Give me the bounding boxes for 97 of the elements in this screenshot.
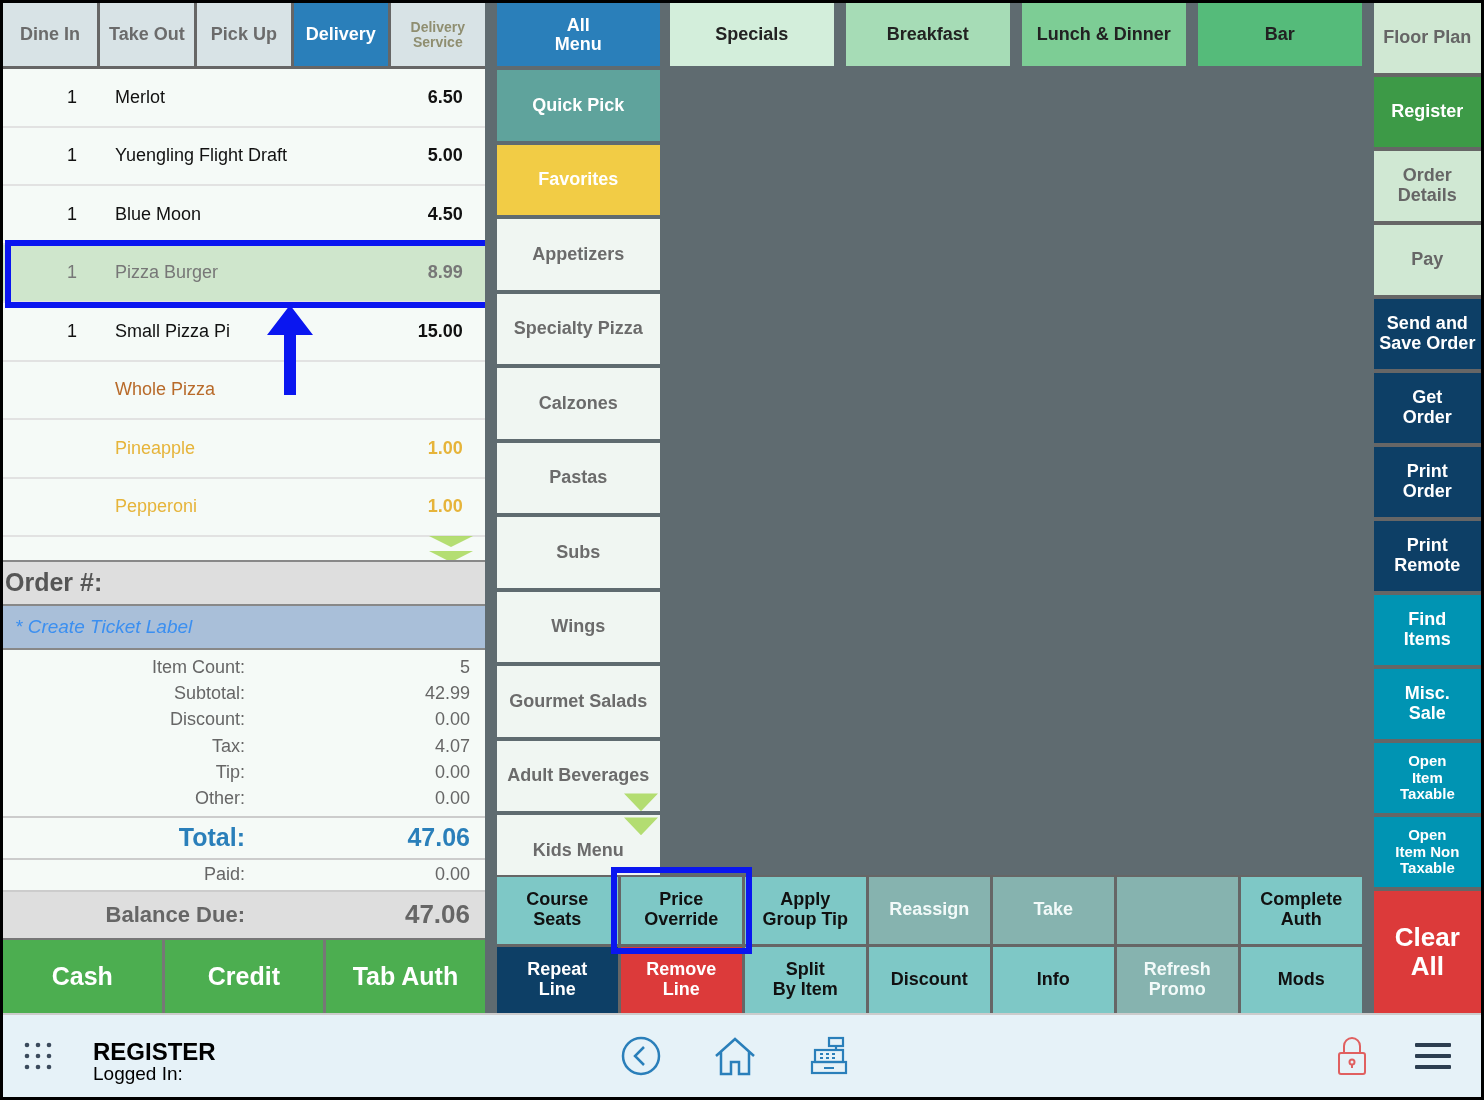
item-name: Whole Pizza xyxy=(115,378,217,402)
total-value: 5 xyxy=(459,655,470,679)
total-value: 42.99 xyxy=(423,681,470,705)
item-price: 4.50 xyxy=(426,202,464,226)
side-button[interactable]: Get Order xyxy=(1373,373,1481,443)
action-button[interactable]: Repeat Line xyxy=(496,946,618,1013)
side-button[interactable]: Open Item Taxable xyxy=(1373,743,1481,813)
total-label: Tip: xyxy=(214,760,245,784)
item-price: 1.00 xyxy=(426,436,464,460)
side-button[interactable]: Order Details xyxy=(1373,151,1481,221)
quantity-text: 1 xyxy=(66,261,78,285)
side-button[interactable]: Find Items xyxy=(1373,595,1481,665)
menu-tab[interactable]: Bar xyxy=(1197,3,1362,66)
side-button[interactable]: Register xyxy=(1373,77,1481,147)
item-price: 6.50 xyxy=(426,85,464,109)
order-type-tab[interactable]: Dine In xyxy=(3,3,97,66)
balance-due-label: Balance Due: xyxy=(104,901,245,930)
total-value: 0.00 xyxy=(433,708,470,732)
action-button[interactable]: Split By Item xyxy=(744,946,866,1013)
side-button[interactable]: Pay xyxy=(1373,225,1481,295)
order-line[interactable]: 1 Blue Moon 4.50 xyxy=(3,186,485,245)
back-icon[interactable] xyxy=(620,1036,661,1076)
payment-button[interactable]: Cash xyxy=(3,939,162,1013)
order-type-tab[interactable]: Take Out xyxy=(99,3,194,66)
side-button[interactable]: Clear All xyxy=(1373,891,1481,1013)
order-line[interactable]: Whole Pizza xyxy=(3,361,485,420)
item-name: Yuengling Flight Draft xyxy=(115,144,289,168)
order-type-tab[interactable]: Delivery xyxy=(293,3,388,66)
item-name: Merlot xyxy=(115,85,166,109)
side-button[interactable]: Misc. Sale xyxy=(1373,669,1481,739)
action-button[interactable]: Remove Line xyxy=(620,946,742,1013)
menu-category-button[interactable]: Appetizers xyxy=(496,219,660,290)
item-price: 15.00 xyxy=(416,319,464,343)
total-label: Discount: xyxy=(168,708,245,732)
action-button[interactable]: Complete Auth xyxy=(1240,877,1362,944)
quantity-text: 1 xyxy=(66,319,78,343)
item-name: Pineapple xyxy=(115,436,197,460)
apps-grid-icon[interactable] xyxy=(23,1041,53,1071)
menu-tab[interactable]: Breakfast xyxy=(845,3,1010,66)
menu-category-button[interactable]: Quick Pick xyxy=(496,70,660,141)
action-button[interactable]: Course Seats xyxy=(496,877,618,944)
total-label: Other: xyxy=(193,787,245,811)
action-button[interactable]: Apply Group Tip xyxy=(744,877,866,944)
scroll-down-icon[interactable] xyxy=(623,793,658,837)
logged-in-label: Logged In: xyxy=(93,1063,184,1083)
menu-tab[interactable]: Lunch & Dinner xyxy=(1021,3,1186,66)
total-label: Total: xyxy=(177,822,245,854)
item-name: Pizza Burger xyxy=(115,261,220,285)
action-button[interactable]: Info xyxy=(992,946,1114,1013)
item-price: 8.99 xyxy=(426,261,464,285)
side-button[interactable]: Open Item Non Taxable xyxy=(1373,817,1481,887)
item-price: 5.00 xyxy=(426,144,464,168)
lock-icon[interactable] xyxy=(1337,1036,1367,1076)
menu-category-button[interactable]: Wings xyxy=(496,591,660,662)
total-amount: 47.06 xyxy=(406,822,470,854)
action-button[interactable]: Discount xyxy=(868,946,990,1013)
payment-button[interactable]: Tab Auth xyxy=(326,939,485,1013)
side-button[interactable]: Send and Save Order xyxy=(1373,299,1481,369)
menu-icon[interactable] xyxy=(1415,1043,1451,1069)
quantity-text: 1 xyxy=(66,202,78,226)
menu-category-button[interactable]: Kids Menu xyxy=(496,815,660,875)
order-line[interactable]: 1 Merlot 6.50 xyxy=(3,69,485,128)
total-label: Item Count: xyxy=(150,655,245,679)
quantity-text: 1 xyxy=(66,85,78,109)
order-line[interactable]: 1 Small Pizza Pi 15.00 xyxy=(3,303,485,362)
menu-category-button[interactable]: Adult Beverages xyxy=(496,740,660,811)
total-value: 0.00 xyxy=(433,787,470,811)
paid-label: Paid: xyxy=(202,863,245,887)
menu-tab[interactable]: Specials xyxy=(669,3,834,66)
item-name: Pepperoni xyxy=(115,495,199,519)
balance-due-amount: 47.06 xyxy=(403,898,470,932)
side-button[interactable]: Print Order xyxy=(1373,447,1481,517)
order-number-label: Order #: xyxy=(3,560,485,606)
action-button[interactable]: Price Override xyxy=(620,877,742,944)
side-button[interactable]: Print Remote xyxy=(1373,521,1481,591)
total-value: 4.07 xyxy=(433,734,470,758)
screen-title: REGISTER xyxy=(93,1039,216,1064)
menu-category-button[interactable]: All Menu xyxy=(496,3,660,66)
cash-register-icon[interactable] xyxy=(808,1036,849,1076)
item-name: Blue Moon xyxy=(115,202,203,226)
paid-value: 0.00 xyxy=(433,863,470,887)
menu-category-button[interactable]: Calzones xyxy=(496,368,660,439)
menu-category-button[interactable]: Gourmet Salads xyxy=(496,666,660,737)
menu-category-button[interactable]: Specialty Pizza xyxy=(496,293,660,364)
payment-button[interactable]: Credit xyxy=(164,939,324,1013)
item-name: Small Pizza Pi xyxy=(115,319,232,343)
item-price: 1.00 xyxy=(426,495,464,519)
total-label: Subtotal: xyxy=(172,681,245,705)
total-value: 0.00 xyxy=(433,760,470,784)
total-label: Tax: xyxy=(211,734,245,758)
order-line[interactable]: 1 Yuengling Flight Draft 5.00 xyxy=(3,127,485,186)
side-button[interactable]: Floor Plan xyxy=(1373,3,1481,73)
action-button[interactable]: Mods xyxy=(1240,946,1362,1013)
quantity-text: 1 xyxy=(66,144,78,168)
menu-category-button[interactable]: Subs xyxy=(496,517,660,588)
order-type-tab[interactable]: Pick Up xyxy=(196,3,291,66)
menu-category-button[interactable]: Pastas xyxy=(496,442,660,513)
